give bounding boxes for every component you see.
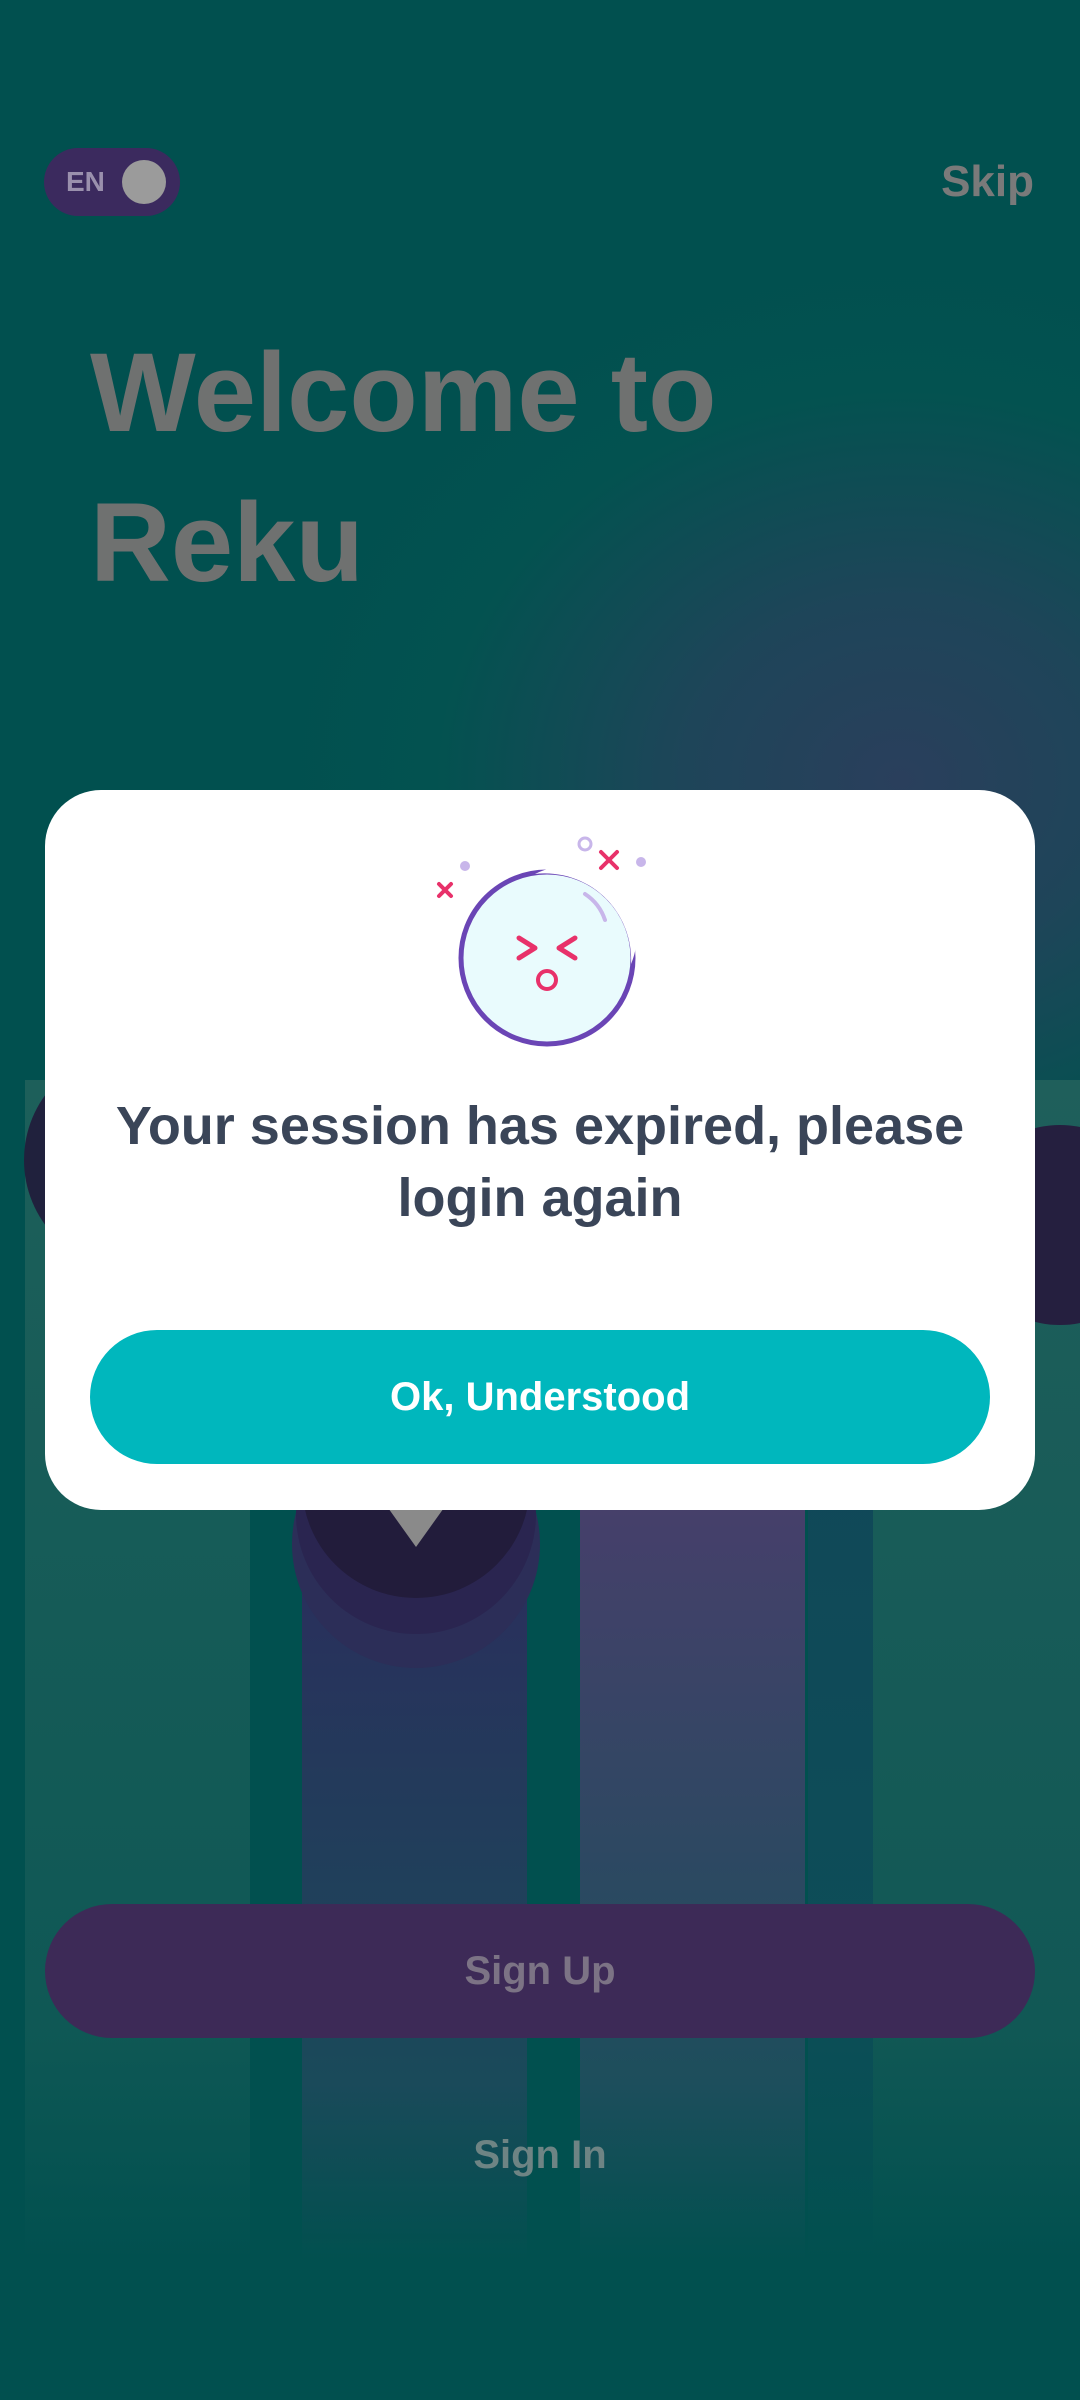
session-expired-dialog: Your session has expired, please login a…	[45, 790, 1035, 1510]
ok-understood-button[interactable]: Ok, Understood	[90, 1330, 990, 1464]
welcome-screen: EN Skip Welcome to Reku Sign Up Sign In	[0, 0, 1080, 2400]
dialog-message: Your session has expired, please login a…	[115, 1096, 965, 1228]
dizzy-face-icon	[437, 836, 646, 1047]
